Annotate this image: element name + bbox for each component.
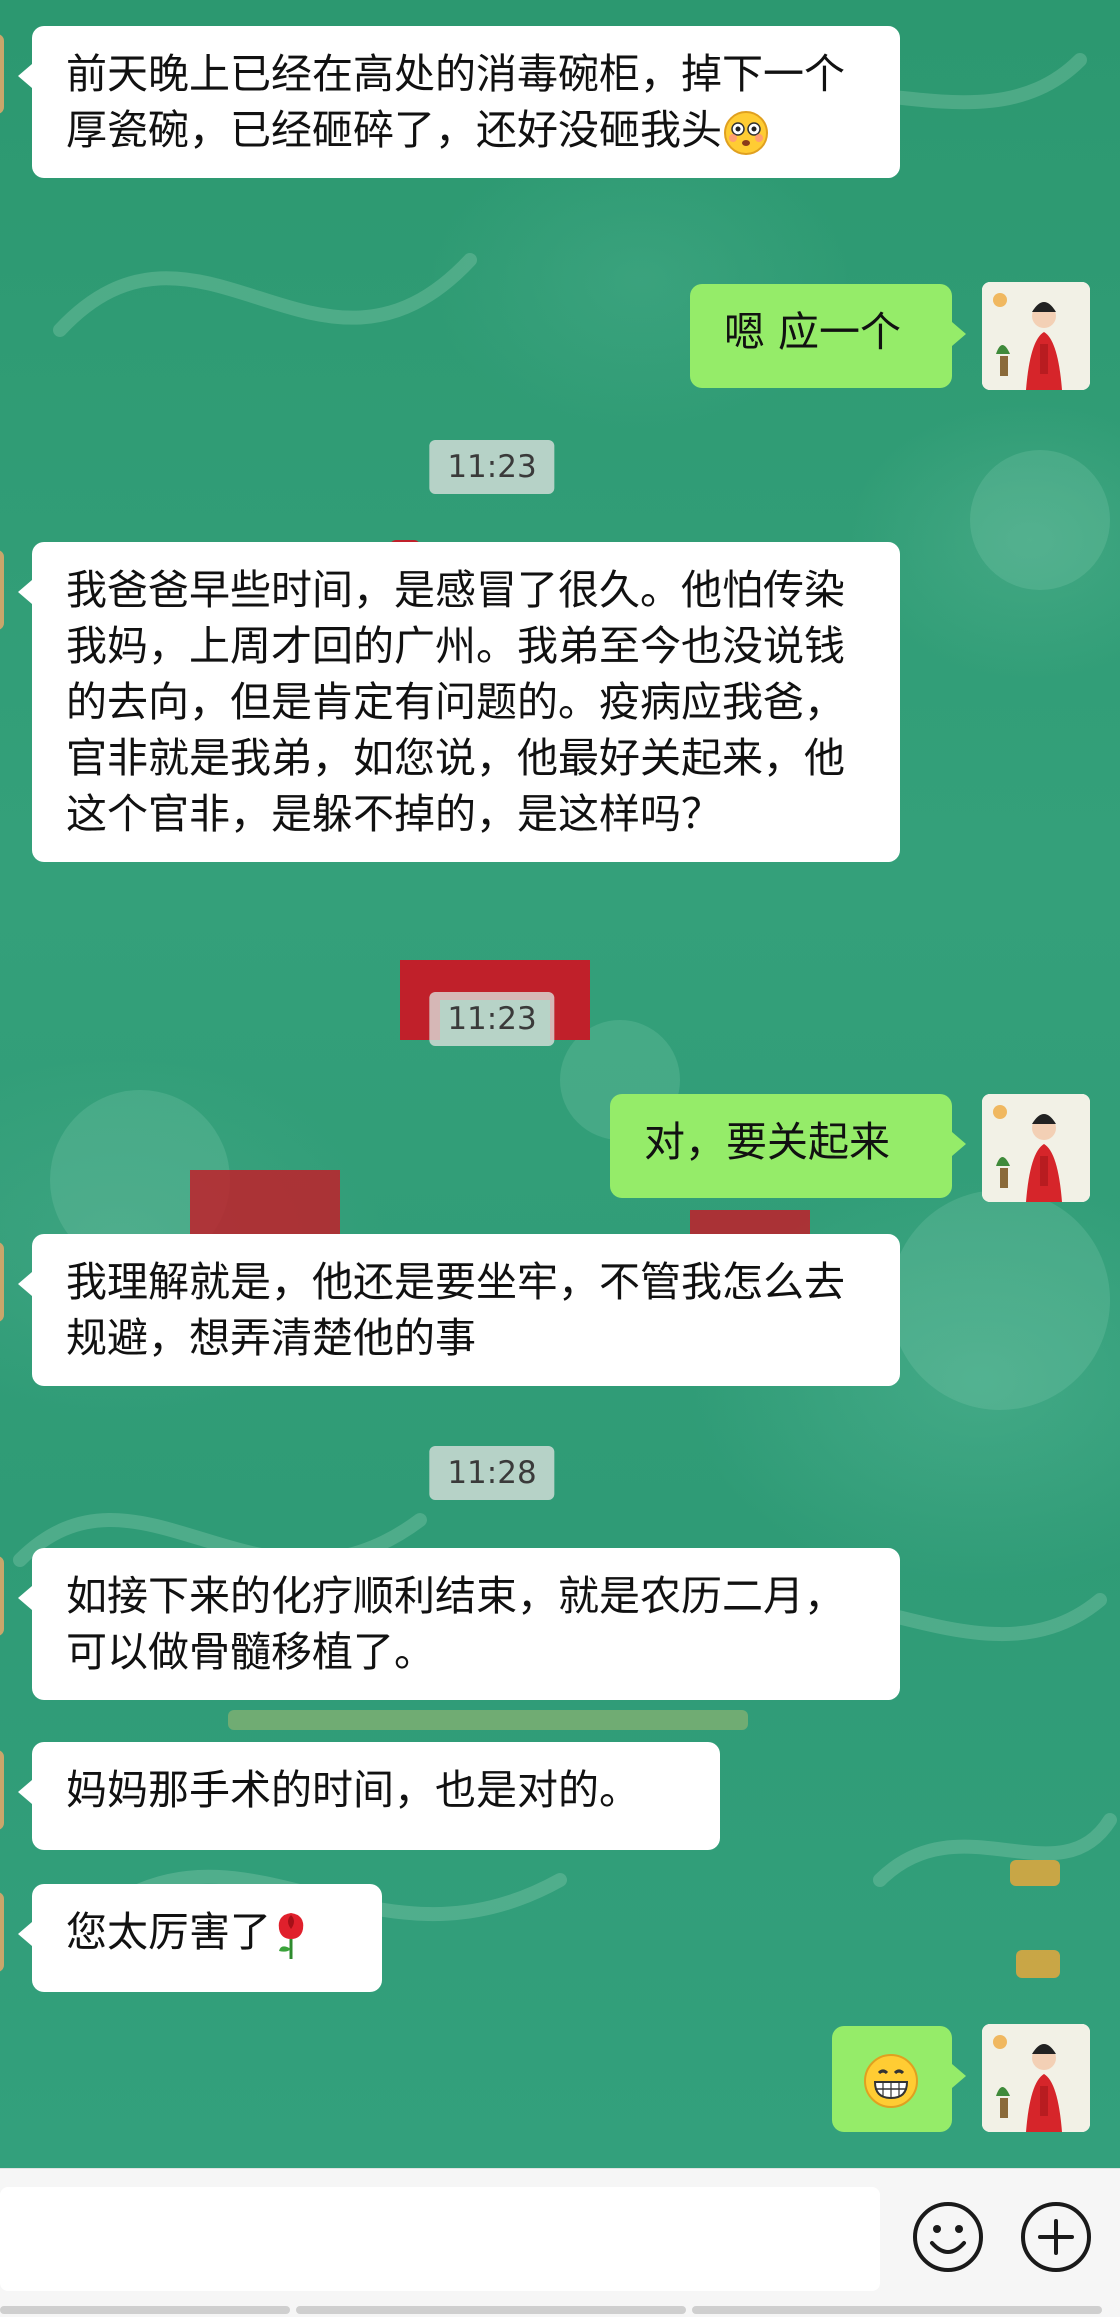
home-indicator-right bbox=[692, 2306, 1102, 2314]
plus-icon[interactable] bbox=[1018, 2199, 1094, 2275]
incoming-message[interactable]: 如接下来的化疗顺利结束，就是农历二月，可以做骨髓移植了。 bbox=[18, 1548, 900, 1700]
message-text: 妈妈那手术的时间，也是对的。 bbox=[66, 1766, 640, 1814]
contact-avatar-edge[interactable] bbox=[0, 1242, 4, 1322]
timestamp: 11:23 bbox=[429, 440, 555, 494]
contact-avatar-edge[interactable] bbox=[0, 1892, 4, 1972]
avatar-figure-image bbox=[982, 2024, 1090, 2132]
my-avatar[interactable] bbox=[982, 282, 1090, 390]
avatar-figure-image bbox=[982, 282, 1090, 390]
incoming-message[interactable]: 您太厉害了 bbox=[18, 1884, 382, 1992]
message-text: 如接下来的化疗顺利结束，就是农历二月，可以做骨髓移植了。 bbox=[66, 1572, 845, 1676]
incoming-message[interactable]: 我理解就是，他还是要坐牢，不管我怎么去规避，想弄清楚他的事 bbox=[18, 1234, 900, 1386]
incoming-message[interactable]: 妈妈那手术的时间，也是对的。 bbox=[18, 1742, 720, 1850]
outgoing-message[interactable] bbox=[832, 2026, 966, 2132]
emoji-face-icon[interactable] bbox=[910, 2199, 986, 2275]
my-avatar[interactable] bbox=[982, 2024, 1090, 2132]
flushed-face-icon bbox=[724, 111, 768, 155]
timestamp-text: 11:28 bbox=[447, 1455, 537, 1491]
home-indicator-middle bbox=[296, 2306, 686, 2314]
message-input[interactable] bbox=[0, 2187, 880, 2291]
contact-avatar-edge[interactable] bbox=[0, 1750, 4, 1830]
outgoing-message[interactable]: 嗯 应一个 bbox=[690, 284, 966, 388]
timestamp: 11:23 bbox=[429, 992, 555, 1046]
outgoing-message[interactable]: 对，要关起来 bbox=[610, 1094, 966, 1198]
timestamp-text: 11:23 bbox=[447, 1001, 537, 1037]
input-bar bbox=[0, 2168, 1120, 2317]
contact-avatar-edge[interactable] bbox=[0, 1556, 4, 1636]
timestamp-text: 11:23 bbox=[447, 449, 537, 485]
home-indicator-left bbox=[0, 2306, 290, 2314]
avatar-figure-image bbox=[982, 1094, 1090, 1202]
rose-icon bbox=[278, 1913, 304, 1959]
incoming-message[interactable]: 前天晚上已经在高处的消毒碗柜，掉下一个厚瓷碗，已经砸碎了，还好没砸我头 bbox=[18, 26, 900, 178]
contact-avatar-edge[interactable] bbox=[0, 550, 4, 630]
message-text: 我爸爸早些时间，是感冒了很久。他怕传染我妈，上周才回的广州。我弟至今也没说钱的去… bbox=[66, 566, 845, 838]
message-text: 我理解就是，他还是要坐牢，不管我怎么去规避，想弄清楚他的事 bbox=[66, 1258, 845, 1362]
timestamp: 11:28 bbox=[429, 1446, 555, 1500]
incoming-message[interactable]: 我爸爸早些时间，是感冒了很久。他怕传染我妈，上周才回的广州。我弟至今也没说钱的去… bbox=[18, 542, 900, 862]
message-text: 对，要关起来 bbox=[644, 1118, 890, 1166]
message-text: 嗯 应一个 bbox=[724, 308, 902, 356]
chat-area[interactable]: 前天晚上已经在高处的消毒碗柜，掉下一个厚瓷碗，已经砸碎了，还好没砸我头 嗯 应一… bbox=[0, 0, 1120, 2168]
my-avatar[interactable] bbox=[982, 1094, 1090, 1202]
message-text: 您太厉害了 bbox=[66, 1908, 271, 1956]
grinning-face-icon bbox=[864, 2054, 918, 2108]
contact-avatar-edge[interactable] bbox=[0, 34, 4, 114]
